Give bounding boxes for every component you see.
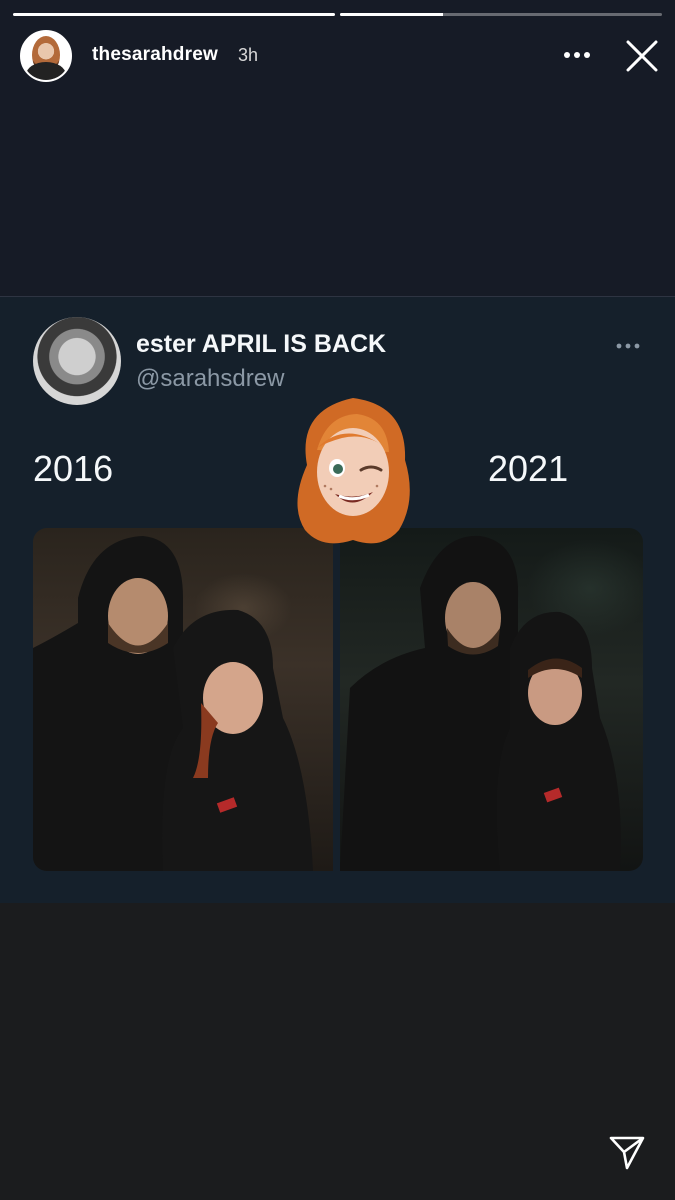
photo-left — [33, 528, 333, 871]
send-paper-plane-icon[interactable] — [607, 1132, 647, 1172]
tweet-display-name: ester APRIL IS BACK — [136, 330, 387, 358]
story-background-bottom — [0, 903, 675, 1200]
tweet-author-avatar — [33, 317, 121, 405]
close-icon[interactable] — [622, 36, 662, 76]
tweet-photo-grid — [33, 528, 643, 871]
story-username[interactable]: thesarahdrew — [92, 44, 218, 66]
year-label-right: 2021 — [488, 448, 569, 489]
photo-left-people — [33, 536, 313, 871]
story-author-avatar[interactable] — [20, 30, 72, 82]
story-progress-fill-1 — [13, 13, 335, 16]
story-progress-bar-1 — [13, 13, 335, 16]
photo-separator — [333, 528, 340, 871]
story-progress-bar-2 — [340, 13, 662, 16]
story-progress-fill-2 — [340, 13, 444, 16]
photo-right-people — [340, 535, 621, 871]
more-horizontal-icon[interactable] — [560, 42, 594, 68]
tweet-handle: @sarahsdrew — [136, 365, 285, 392]
story-timestamp: 3h — [238, 45, 259, 65]
memoji-wink-sticker-icon[interactable] — [287, 390, 419, 550]
year-label-left: 2016 — [33, 448, 114, 489]
tweet-more-icon — [616, 343, 640, 349]
avatar-body — [26, 62, 66, 80]
photo-right — [340, 528, 643, 871]
